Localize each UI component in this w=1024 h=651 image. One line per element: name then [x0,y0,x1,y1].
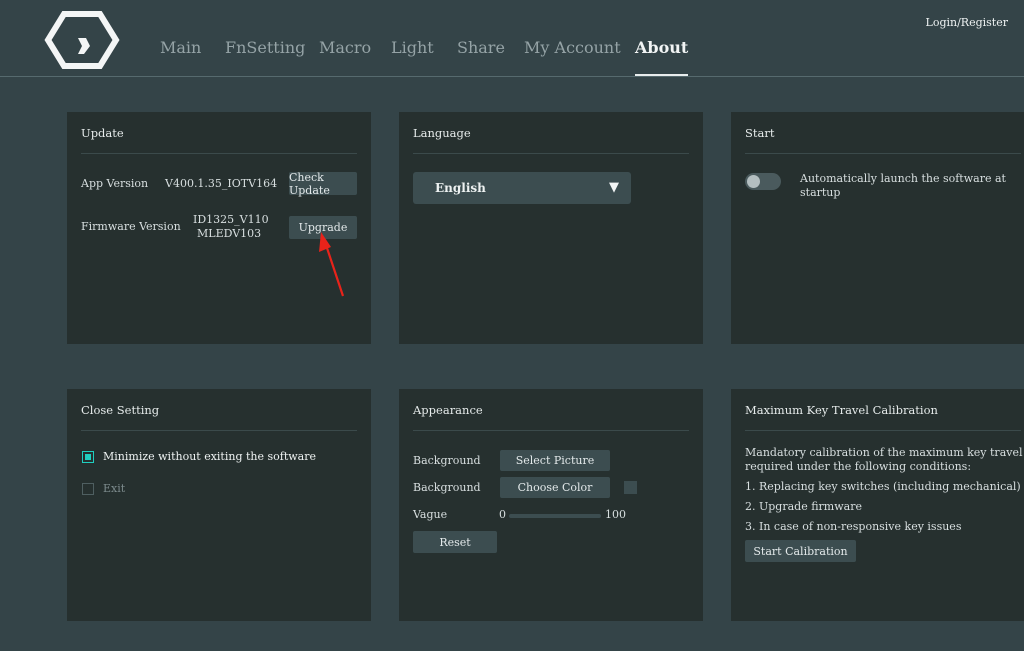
brand-logo-icon [44,11,120,69]
language-panel-title: Language [413,126,689,154]
caret-down-icon: ▼ [609,180,619,195]
firmware-version-line1: ID1325_V110 [193,213,269,226]
select-picture-button[interactable]: Select Picture [500,450,610,471]
vague-max-value: 100 [605,508,626,521]
appearance-panel-title: Appearance [413,403,689,431]
vague-label: Vague [413,508,448,521]
vague-slider[interactable] [509,514,601,518]
firmware-version-line2: MLEDV103 [197,227,262,240]
language-panel: Language English ▼ [399,112,703,344]
nav-item-light[interactable]: Light [391,38,434,57]
app-version-value: V400.1.35_IOTV164 [165,177,278,190]
language-select[interactable]: English ▼ [413,172,631,204]
top-bar: Main FnSetting Macro Light Share My Acco… [0,0,1024,77]
close-setting-panel: Close Setting Minimize without exiting t… [67,389,371,621]
appearance-panel: Appearance Background Select Picture Bac… [399,389,703,621]
close-setting-panel-title: Close Setting [81,403,357,431]
nav-item-macro[interactable]: Macro [319,38,371,57]
minimize-checkbox[interactable] [82,451,94,463]
auto-launch-label-line1: Automatically launch the software at [800,172,1006,185]
color-swatch[interactable] [624,481,637,494]
background-color-label: Background [413,481,481,494]
annotation-arrow-icon [319,232,345,297]
firmware-version-label: Firmware Version [81,220,181,233]
start-panel: Start Automatically launch the software … [731,112,1024,344]
update-panel-title: Update [81,126,357,154]
check-update-button[interactable]: Check Update [289,171,357,197]
toggle-knob [747,175,760,188]
calibration-condition-3: 3. In case of non-responsive key issues [745,520,962,533]
vague-min-value: 0 [499,508,506,521]
app-version-label: App Version [81,177,149,190]
auto-launch-toggle[interactable] [745,173,781,190]
calibration-condition-2: 2. Upgrade firmware [745,500,862,513]
calibration-panel-title: Maximum Key Travel Calibration [745,403,1021,431]
exit-label: Exit [103,482,126,495]
exit-checkbox[interactable] [82,483,94,495]
start-calibration-button[interactable]: Start Calibration [745,540,856,562]
nav-item-my-account[interactable]: My Account [524,38,621,57]
nav-item-main[interactable]: Main [160,38,201,57]
calibration-desc-line2: required under the following conditions: [745,460,972,473]
calibration-condition-1: 1. Replacing key switches (including mec… [745,480,1021,493]
active-tab-underline [635,74,689,76]
nav-item-fnsetting[interactable]: FnSetting [225,38,305,57]
auto-launch-label-line2: startup [800,186,841,199]
choose-color-button[interactable]: Choose Color [500,477,610,498]
start-panel-title: Start [745,126,1021,154]
nav-item-about[interactable]: About [635,38,689,76]
update-panel: Update App Version V400.1.35_IOTV164 Che… [67,112,371,344]
minimize-label: Minimize without exiting the software [103,450,317,463]
login-register-link[interactable]: Login/Register [926,16,1008,29]
language-selected-value: English [435,181,486,195]
nav-item-share[interactable]: Share [457,38,505,57]
calibration-desc-line1: Mandatory calibration of the maximum key… [745,446,1024,459]
calibration-panel: Maximum Key Travel Calibration Mandatory… [731,389,1024,621]
nav-item-about-label: About [635,38,689,57]
background-picture-label: Background [413,454,481,467]
reset-button[interactable]: Reset [413,531,497,553]
